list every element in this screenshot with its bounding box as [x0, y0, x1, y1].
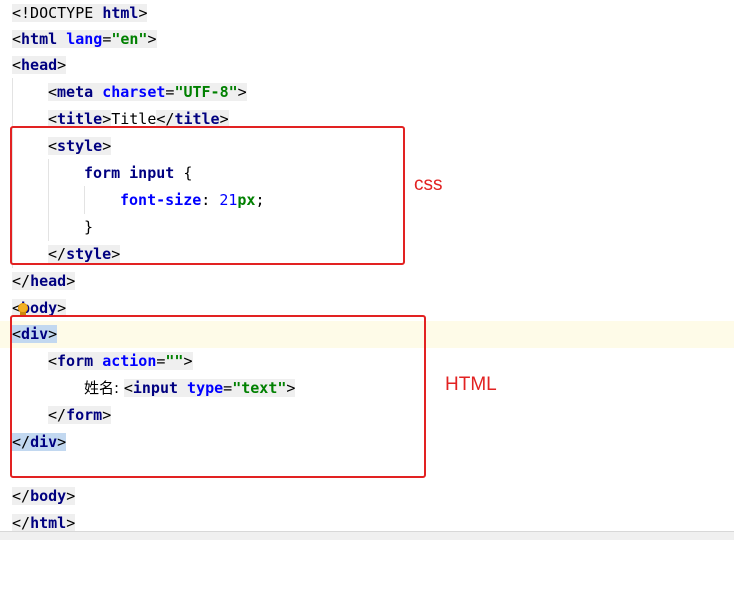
token: < — [123, 379, 133, 397]
code-line-9[interactable]: } — [0, 214, 734, 241]
html-annotation-label: HTML — [445, 374, 497, 395]
token: > — [102, 137, 112, 155]
token: < — [48, 83, 58, 101]
token-keyword: html — [30, 514, 67, 532]
code-line-7[interactable]: form input { — [0, 160, 734, 187]
token: <!DOCTYPE — [12, 4, 103, 22]
token-keyword: head — [21, 56, 58, 74]
token-keyword: head — [30, 272, 67, 290]
code-line-3[interactable]: <head> — [0, 52, 734, 79]
code-line-5[interactable]: <title>Title</title> — [0, 106, 734, 133]
token-attribute: charset — [102, 83, 166, 101]
token: < — [12, 56, 22, 74]
token: : — [201, 191, 220, 209]
css-annotation-label: css — [414, 174, 443, 195]
token-keyword: title — [57, 110, 103, 128]
code-line-1[interactable]: <!DOCTYPE html> — [0, 0, 734, 27]
code-line-6[interactable]: <style> — [0, 133, 734, 160]
code-line-18[interactable]: </body> — [0, 483, 734, 510]
lightbulb-base-icon — [20, 312, 26, 315]
token: > — [48, 325, 58, 343]
token: </ — [12, 514, 31, 532]
token-attribute: action — [102, 352, 157, 370]
token: </ — [12, 487, 31, 505]
code-line-2[interactable]: <html lang="en"> — [0, 26, 734, 53]
token: > — [57, 299, 67, 317]
token: > — [138, 4, 148, 22]
token-number: 21 — [219, 191, 238, 209]
token: </ — [156, 110, 175, 128]
token: > — [237, 83, 247, 101]
token: = — [102, 30, 112, 48]
token-keyword: body — [30, 487, 67, 505]
code-line-13[interactable]: <div> — [0, 321, 734, 348]
token: > — [219, 110, 229, 128]
token: > — [57, 433, 67, 451]
token-keyword: style — [57, 137, 103, 155]
token: > — [57, 56, 67, 74]
token: < — [48, 110, 58, 128]
token-property: font-size — [120, 191, 202, 209]
token: > — [147, 30, 157, 48]
token-text: 姓名: — [84, 379, 124, 397]
code-line-14[interactable]: <form action=""> — [0, 348, 734, 375]
token: > — [286, 379, 296, 397]
token-keyword: html — [21, 30, 58, 48]
token-keyword: div — [21, 325, 49, 343]
token-keyword: form — [57, 352, 94, 370]
token: > — [66, 272, 76, 290]
token-selector: form input — [84, 164, 175, 182]
token: </ — [48, 245, 67, 263]
token-keyword: html — [102, 4, 139, 22]
token-string: "en" — [111, 30, 148, 48]
token: </ — [12, 272, 31, 290]
code-line-16[interactable]: </form> — [0, 402, 734, 429]
token-keyword: style — [66, 245, 112, 263]
token-string: "UTF-8" — [174, 83, 238, 101]
token-keyword: form — [66, 406, 103, 424]
code-line-17[interactable]: </div> — [0, 429, 734, 456]
code-editor[interactable]: <!DOCTYPE html> <html lang="en"> <head> … — [0, 0, 734, 540]
token: > — [102, 406, 112, 424]
token: = — [223, 379, 233, 397]
token: } — [84, 218, 94, 236]
token: > — [66, 487, 76, 505]
token-text: Title — [111, 110, 157, 128]
token: < — [12, 325, 22, 343]
token-string: "" — [165, 352, 184, 370]
token: ; — [255, 191, 265, 209]
token: < — [48, 137, 58, 155]
token: > — [111, 245, 121, 263]
token: </ — [48, 406, 67, 424]
token: </ — [12, 433, 31, 451]
code-line-11[interactable]: </head> — [0, 268, 734, 295]
code-line-10[interactable]: </style> — [0, 241, 734, 268]
code-line-8[interactable]: font-size: 21px; — [0, 187, 734, 214]
token: > — [102, 110, 112, 128]
token-keyword: title — [174, 110, 220, 128]
token-unit: px — [237, 191, 256, 209]
token-attribute: type — [187, 379, 224, 397]
token: > — [183, 352, 193, 370]
token-keyword: meta — [57, 83, 94, 101]
token-string: "text" — [232, 379, 287, 397]
code-line-12[interactable]: <body> — [0, 295, 734, 322]
code-line-4[interactable]: <meta charset="UTF-8"> — [0, 79, 734, 106]
token: { — [174, 164, 193, 182]
token: < — [12, 30, 22, 48]
token: < — [48, 352, 58, 370]
token-keyword: input — [132, 379, 179, 397]
token: > — [66, 514, 76, 532]
token-keyword: div — [30, 433, 58, 451]
code-line-15[interactable]: 姓名: <input type="text"> — [0, 375, 734, 402]
token-attribute: lang — [66, 30, 103, 48]
